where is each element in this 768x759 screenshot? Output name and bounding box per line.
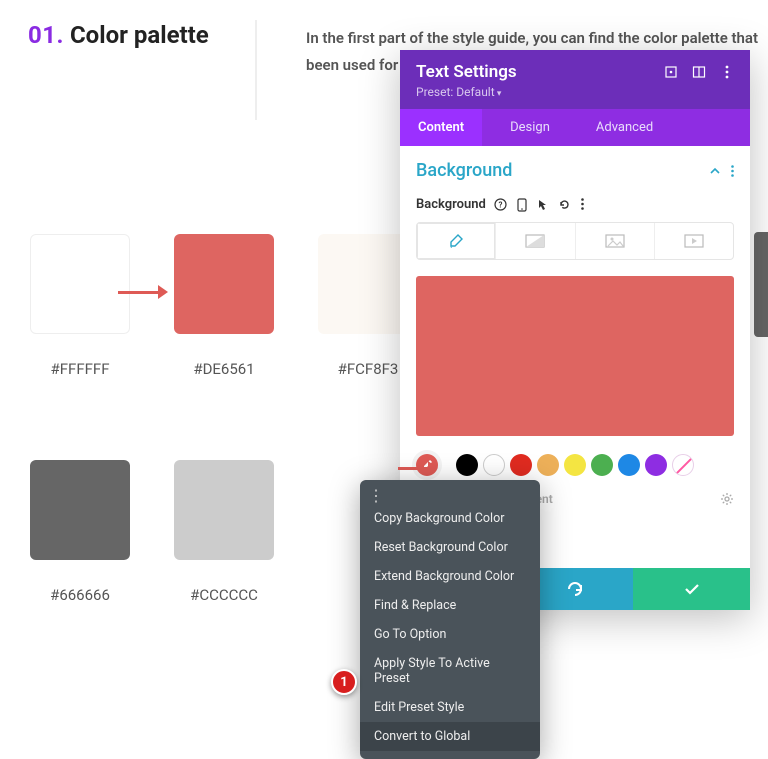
heading-title: Color palette — [70, 21, 209, 49]
collapse-icon[interactable] — [709, 165, 721, 177]
panel-tabs: Content Design Advanced — [400, 109, 750, 146]
tab-advanced[interactable]: Advanced — [578, 109, 671, 146]
svg-text:?: ? — [498, 200, 502, 209]
bg-tab-gradient[interactable] — [496, 223, 575, 259]
swatch-ffffff[interactable] — [30, 234, 130, 334]
palette-row — [416, 454, 734, 476]
palette-transparent[interactable] — [672, 454, 694, 476]
palette-white[interactable] — [483, 454, 505, 476]
section-title[interactable]: Background — [416, 160, 709, 181]
palette-blue[interactable] — [618, 454, 640, 476]
help-icon[interactable]: ? — [494, 198, 507, 212]
preset-dropdown[interactable]: Preset: Default — [416, 85, 734, 99]
palette-red[interactable] — [510, 454, 532, 476]
menu-convert-global[interactable]: Convert to Global — [360, 722, 540, 751]
menu-goto[interactable]: Go To Option — [360, 620, 540, 649]
vertical-divider — [255, 20, 257, 120]
swatch-de6561[interactable] — [174, 234, 274, 334]
color-preview[interactable] — [416, 276, 734, 436]
palette-green[interactable] — [591, 454, 613, 476]
swatch-label: #666666 — [15, 586, 145, 604]
background-type-tabs — [416, 222, 734, 260]
swatch-666666[interactable] — [30, 460, 130, 560]
panel-title: Text Settings — [416, 62, 664, 82]
swatch-label: #CCCCCC — [159, 586, 289, 604]
right-edge-strip — [754, 232, 768, 337]
menu-apply-preset[interactable]: Apply Style To Active Preset — [360, 649, 540, 693]
kebab-icon[interactable] — [731, 165, 734, 177]
bg-tab-video[interactable] — [655, 223, 733, 259]
gear-icon[interactable] — [720, 492, 734, 506]
menu-edit-preset[interactable]: Edit Preset Style — [360, 693, 540, 722]
swatch-label: #DE6561 — [159, 360, 289, 378]
hover-icon[interactable] — [537, 198, 548, 212]
reset-icon[interactable] — [558, 198, 571, 212]
pointer-arrow-icon — [118, 282, 168, 302]
heading-number: 01. — [28, 21, 64, 49]
context-menu: ⋮ Copy Background Color Reset Background… — [360, 480, 540, 759]
tab-content[interactable]: Content — [400, 109, 482, 146]
columns-icon[interactable] — [692, 65, 706, 79]
kebab-icon[interactable] — [581, 198, 584, 212]
panel-header[interactable]: Text Settings Preset: Default — [400, 50, 750, 109]
mobile-icon[interactable] — [517, 198, 527, 212]
menu-handle-icon[interactable]: ⋮ — [360, 488, 540, 504]
pointer-arrow-icon — [398, 458, 438, 478]
palette-black[interactable] — [456, 454, 478, 476]
palette-orange[interactable] — [537, 454, 559, 476]
menu-reset-bg[interactable]: Reset Background Color — [360, 533, 540, 562]
palette-yellow[interactable] — [564, 454, 586, 476]
swatch-cccccc[interactable] — [174, 460, 274, 560]
field-label: Background — [416, 197, 486, 212]
menu-extend-bg[interactable]: Extend Background Color — [360, 562, 540, 591]
section-heading: 01. Color palette — [28, 20, 248, 51]
confirm-button[interactable] — [633, 568, 750, 610]
bg-tab-image[interactable] — [576, 223, 655, 259]
kebab-icon[interactable] — [720, 65, 734, 79]
tab-design[interactable]: Design — [492, 109, 568, 146]
menu-copy-bg[interactable]: Copy Background Color — [360, 504, 540, 533]
swatch-label: #FFFFFF — [15, 360, 145, 378]
expand-icon[interactable] — [664, 65, 678, 79]
callout-badge: 1 — [331, 669, 357, 695]
menu-find-replace[interactable]: Find & Replace — [360, 591, 540, 620]
palette-purple[interactable] — [645, 454, 667, 476]
bg-tab-color[interactable] — [417, 223, 496, 259]
